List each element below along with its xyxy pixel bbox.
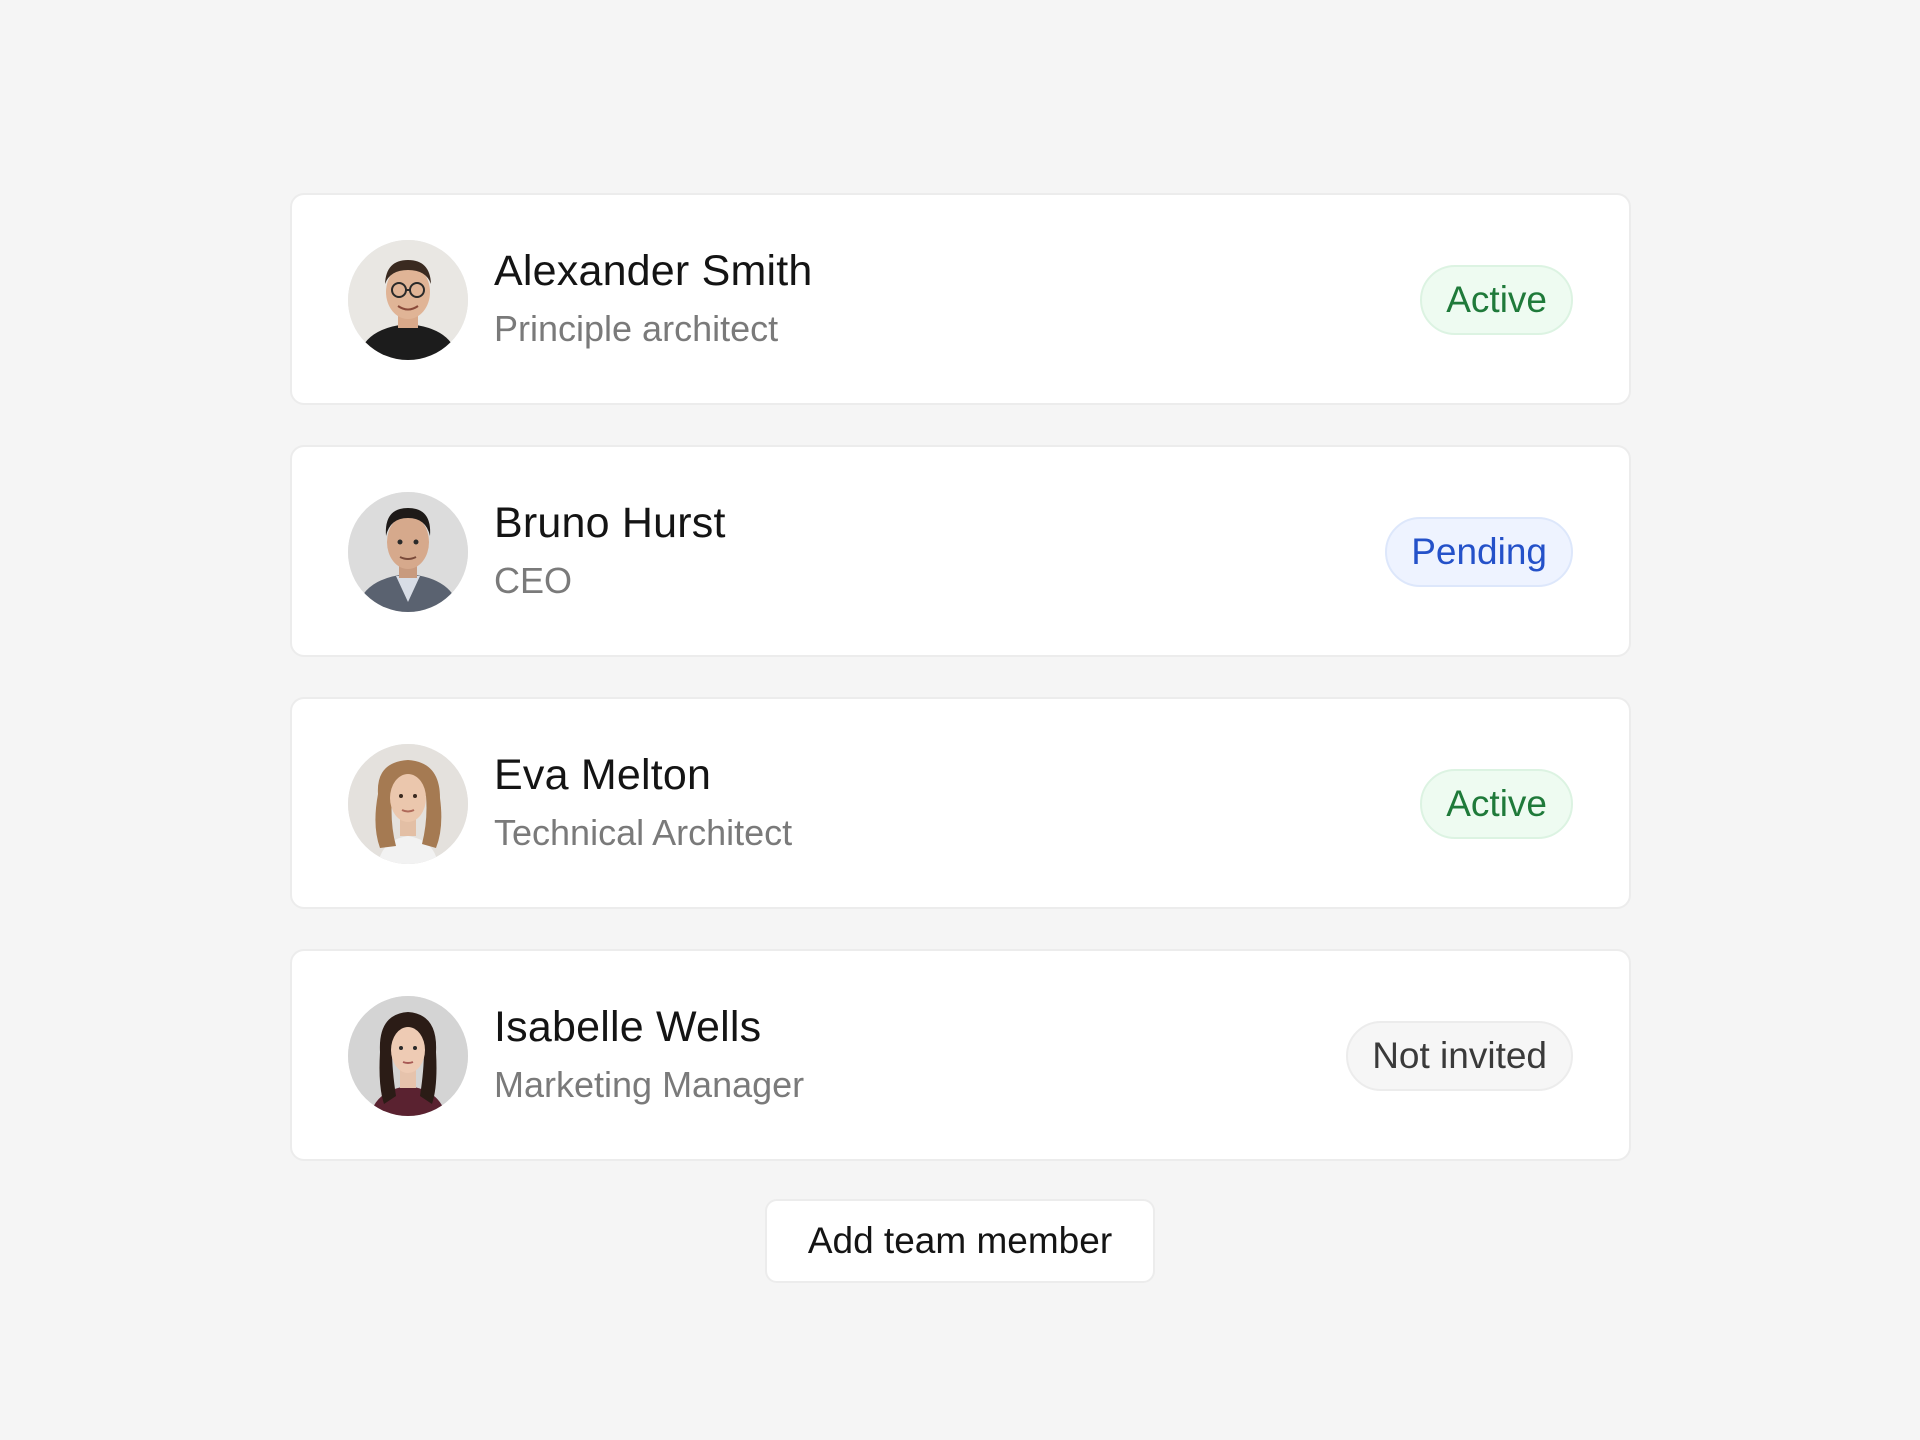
add-team-member-button[interactable]: Add team member <box>765 1199 1155 1283</box>
member-name: Alexander Smith <box>494 247 813 295</box>
avatar <box>348 492 468 612</box>
team-member-list: Alexander Smith Principle architect Acti… <box>290 193 1631 1201</box>
status-badge: Pending <box>1385 517 1573 587</box>
member-info: Eva Melton Technical Architect <box>494 749 792 855</box>
avatar-man-suit-icon <box>348 492 468 612</box>
member-card-isabelle-wells[interactable]: Isabelle Wells Marketing Manager Not inv… <box>290 949 1631 1161</box>
member-role: Marketing Manager <box>494 1064 805 1105</box>
avatar <box>348 996 468 1116</box>
member-card-eva-melton[interactable]: Eva Melton Technical Architect Active <box>290 697 1631 909</box>
member-card-bruno-hurst[interactable]: Bruno Hurst CEO Pending <box>290 445 1631 657</box>
member-name: Isabelle Wells <box>494 1003 762 1051</box>
member-info: Alexander Smith Principle architect <box>494 245 813 351</box>
status-badge: Active <box>1420 265 1573 335</box>
member-name: Eva Melton <box>494 751 712 799</box>
status-badge: Active <box>1420 769 1573 839</box>
member-role: Technical Architect <box>494 812 793 853</box>
member-role: CEO <box>494 560 573 601</box>
avatar-man-glasses-icon <box>348 240 468 360</box>
avatar-woman-dark-hair-icon <box>348 996 468 1116</box>
member-info: Isabelle Wells Marketing Manager <box>494 1001 804 1107</box>
status-badge: Not invited <box>1346 1021 1573 1091</box>
avatar-woman-wavy-hair-icon <box>348 744 468 864</box>
avatar <box>348 744 468 864</box>
member-info: Bruno Hurst CEO <box>494 497 726 603</box>
avatar <box>348 240 468 360</box>
member-name: Bruno Hurst <box>494 499 726 547</box>
member-card-alexander-smith[interactable]: Alexander Smith Principle architect Acti… <box>290 193 1631 405</box>
member-role: Principle architect <box>494 308 779 349</box>
